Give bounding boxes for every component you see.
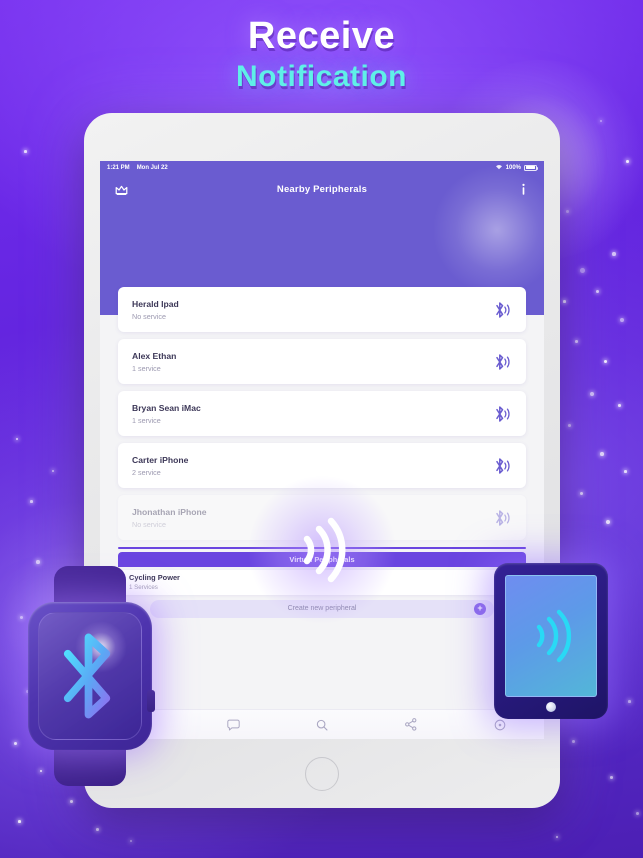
status-date: Mon Jul 22 (137, 165, 168, 171)
watch-body (28, 602, 152, 750)
signal-waves-icon (526, 605, 576, 667)
headline-line-1: Receive (0, 14, 643, 58)
peripheral-name: Carter iPhone (132, 454, 188, 466)
peripheral-service: 1 service (132, 415, 201, 426)
tablet-screen: 1:21 PM Mon Jul 22 100% Nearby Periphera… (100, 161, 544, 739)
tab-bar (100, 709, 544, 739)
plus-circle-icon[interactable]: + (474, 603, 486, 615)
peripheral-service: 2 service (132, 467, 188, 478)
headline: Receive Notification (0, 14, 643, 96)
tab-share[interactable] (396, 714, 426, 736)
peripheral-list: Herald Ipad No service Alex Ethan 1 serv… (100, 287, 544, 540)
peripheral-name: Alex Ethan (132, 350, 176, 362)
create-new-peripheral-button[interactable]: Create new peripheral + (150, 600, 494, 618)
peripheral-service: No service (132, 311, 179, 322)
bluetooth-signal-icon[interactable] (491, 301, 512, 319)
tablet-small-home-button (546, 702, 556, 712)
tablet-small-device (494, 563, 608, 719)
tab-search[interactable] (307, 714, 337, 736)
bluetooth-signal-icon[interactable] (491, 353, 512, 371)
virtual-peripherals-header: Virtual Peripherals (118, 552, 526, 567)
list-item[interactable]: Jhonathan iPhone No service (118, 495, 526, 540)
tablet-small-screen (505, 575, 597, 697)
headline-line-2: Notification (0, 58, 643, 96)
peripheral-service: 1 service (132, 363, 176, 374)
bluetooth-signal-icon[interactable] (491, 405, 512, 423)
status-time: 1:21 PM (107, 165, 130, 171)
list-item[interactable]: Herald Ipad No service (118, 287, 526, 332)
crown-icon[interactable] (111, 180, 131, 200)
smartwatch-device (22, 566, 158, 786)
virtual-peripheral-item[interactable]: Cycling Power 1 Services (118, 570, 526, 595)
list-item[interactable]: Carter iPhone 2 service (118, 443, 526, 488)
battery-icon (524, 165, 537, 171)
peripheral-name: Bryan Sean iMac (132, 402, 201, 414)
peripheral-name: Jhonathan iPhone (132, 506, 206, 518)
watch-crown-icon (147, 690, 155, 712)
peripheral-name: Herald Ipad (132, 298, 179, 310)
create-new-peripheral-label: Create new peripheral (288, 605, 357, 612)
list-item[interactable]: Bryan Sean iMac 1 service (118, 391, 526, 436)
tablet-small-frame (494, 563, 608, 719)
bluetooth-signal-icon[interactable] (491, 509, 512, 527)
peripheral-service: No service (132, 519, 206, 530)
section-divider (118, 547, 526, 549)
tab-chat[interactable] (218, 714, 248, 736)
list-item[interactable]: Alex Ethan 1 service (118, 339, 526, 384)
info-icon[interactable] (513, 180, 533, 200)
bluetooth-signal-icon[interactable] (491, 457, 512, 475)
home-button-icon[interactable] (305, 757, 339, 791)
watch-face (38, 612, 142, 740)
